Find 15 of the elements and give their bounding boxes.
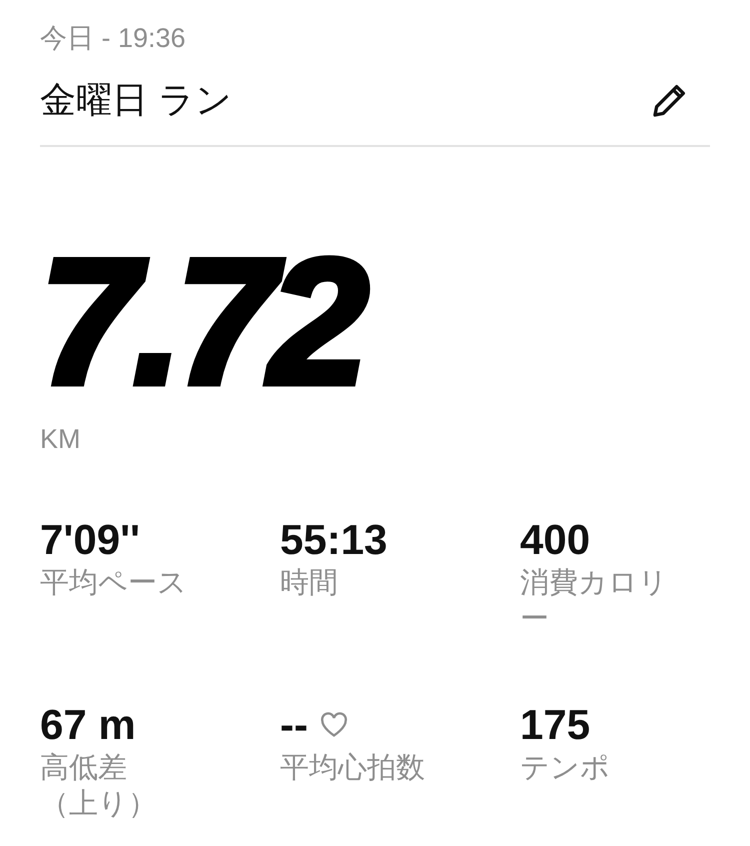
distance-unit: KM	[40, 423, 82, 456]
date-time: 今日 - 19:36	[40, 22, 187, 55]
stat-value: --	[280, 700, 308, 750]
stat-label: 平均心拍数	[280, 751, 426, 786]
stat-value: 400	[520, 515, 590, 565]
stat-value: 55:13	[280, 515, 388, 565]
stat-value: 67 m	[40, 700, 136, 750]
stat-value: 175	[520, 700, 590, 750]
stat-label: 高低差 （上り）	[40, 751, 158, 822]
stat-value: 7'09''	[40, 515, 140, 565]
stat-label: テンポ	[520, 751, 611, 786]
stat-label: 時間	[280, 566, 339, 601]
stat-label: 消費カロリ ー	[520, 566, 669, 637]
run-title: 金曜日 ラン	[40, 78, 232, 122]
stat-label: 平均ペース	[40, 566, 188, 601]
